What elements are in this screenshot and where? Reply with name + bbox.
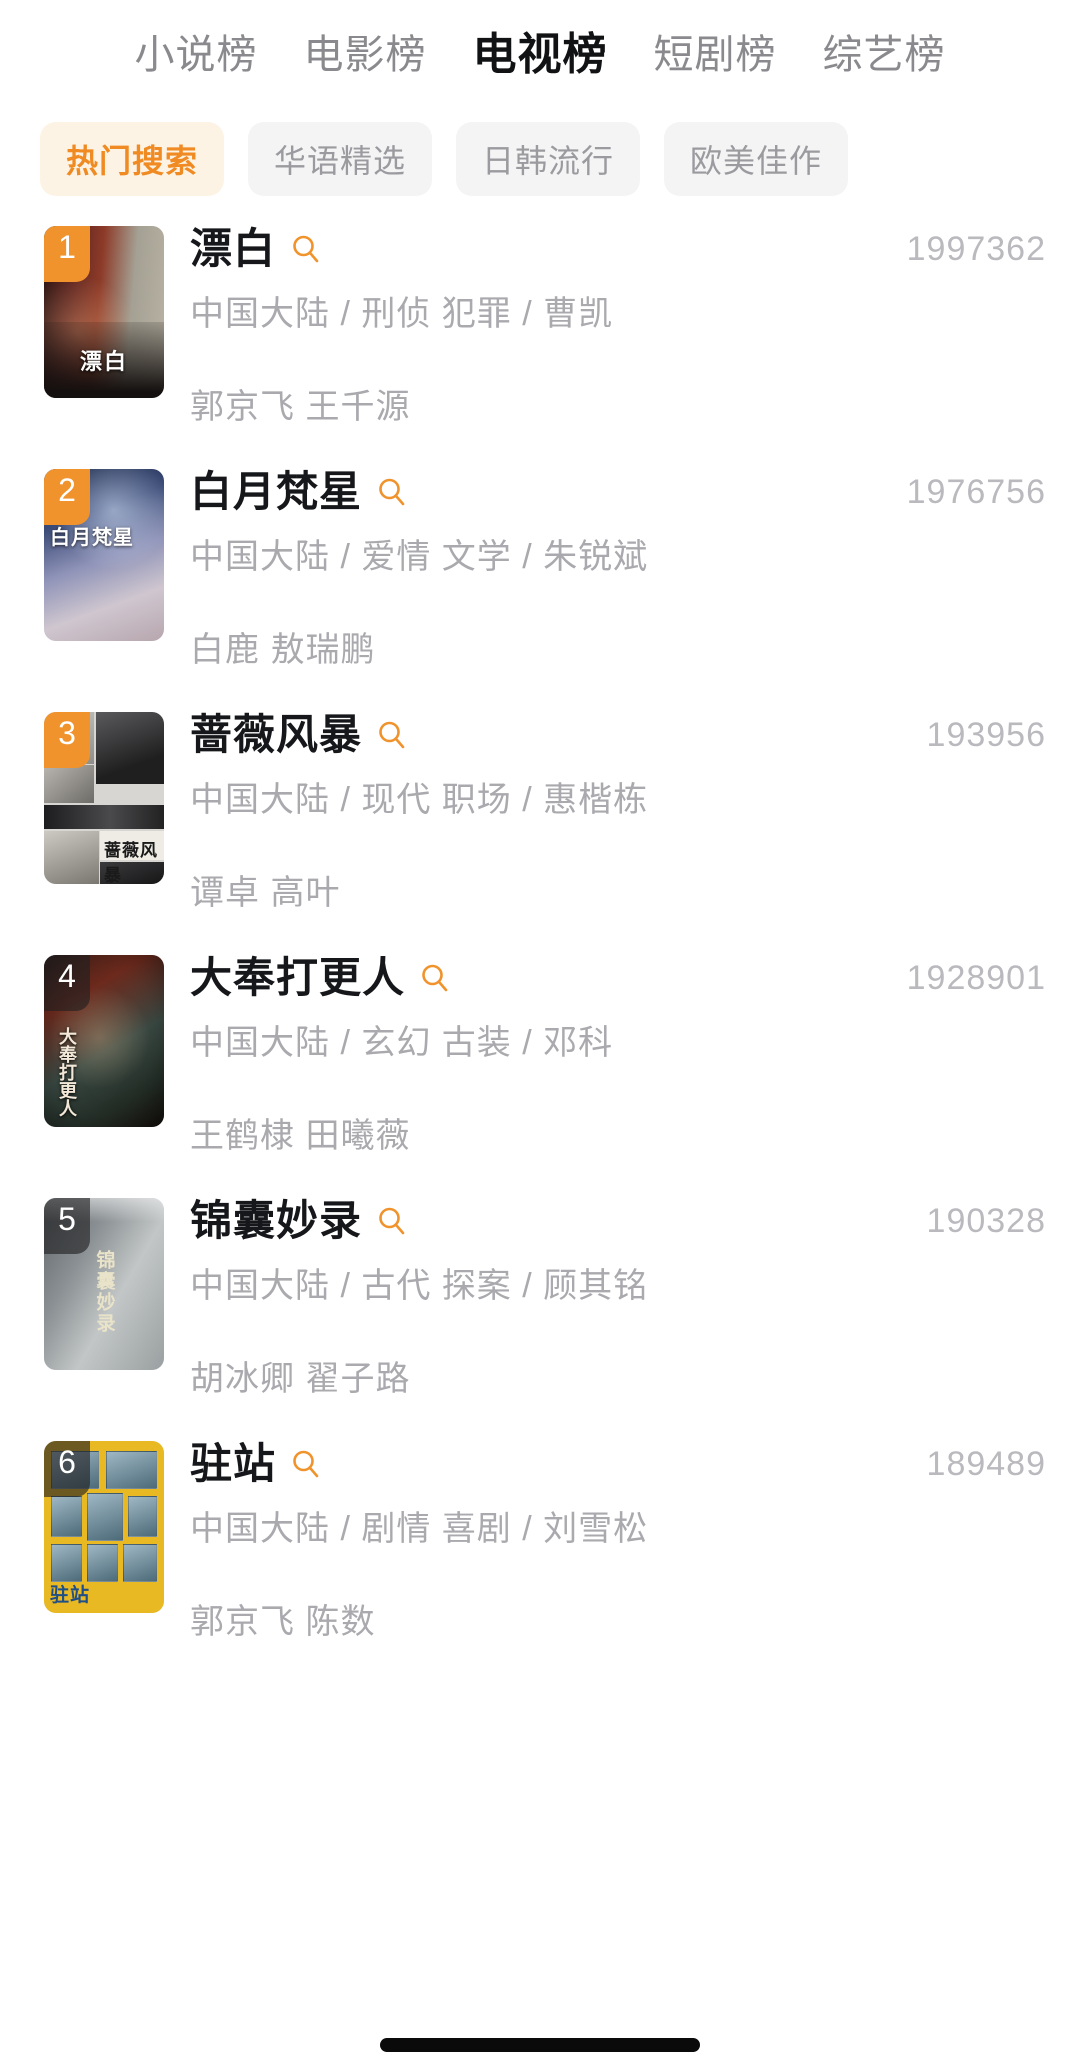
item-cast: 谭卓 高叶	[190, 874, 341, 913]
chip-hot-search[interactable]: 热门搜索	[40, 122, 225, 196]
item-view-count: 189489	[926, 1445, 1046, 1483]
item-meta: 中国大陆 / 刑侦 犯罪 / 曹凯	[190, 295, 614, 333]
poster-title-text: 蔷薇风暴	[104, 840, 158, 884]
item-title[interactable]: 锦囊妙录	[190, 1200, 362, 1242]
poster-title-text: 漂白	[79, 349, 129, 374]
item-info: 锦囊妙录 中国大陆 / 古代 探案 / 顾其铭 胡冰卿 翟子路	[164, 1192, 927, 1435]
item-cast: 胡冰卿 翟子路	[190, 1360, 411, 1399]
rank-badge: 3	[44, 712, 90, 768]
item-title[interactable]: 大奉打更人	[190, 957, 405, 999]
item-cast: 郭京飞 王千源	[190, 388, 411, 427]
poster-title-text: 大奉打更人	[57, 1027, 77, 1117]
filter-chip-row: 热门搜索 华语精选 日韩流行 欧美佳作	[0, 96, 1080, 206]
list-item[interactable]: 大奉打更人 4 大奉打更人 中国大陆 / 玄幻 古装 / 邓科 王鹤棣 田曦薇 …	[0, 949, 1080, 1192]
item-info: 大奉打更人 中国大陆 / 玄幻 古装 / 邓科 王鹤棣 田曦薇	[164, 949, 907, 1192]
rank-badge: 2	[44, 469, 90, 525]
poster-title-text: 锦囊妙录	[93, 1249, 115, 1334]
rank-badge: 4	[44, 955, 90, 1011]
item-view-count: 1976756	[906, 473, 1046, 511]
rank-badge: 6	[44, 1441, 90, 1497]
tab-tv[interactable]: 电视榜	[473, 33, 608, 77]
chip-chinese-picks[interactable]: 华语精选	[248, 122, 433, 196]
item-title[interactable]: 白月梵星	[190, 471, 362, 513]
item-view-count: 190328	[926, 1202, 1046, 1240]
list-item[interactable]: 蔷薇风暴 3 蔷薇风暴 中国大陆 / 现代 职场 / 惠楷栋 谭卓 高叶 193…	[0, 706, 1080, 949]
item-title-line: 漂白	[190, 220, 907, 278]
search-icon[interactable]	[419, 962, 451, 994]
search-icon[interactable]	[290, 1448, 322, 1480]
home-indicator	[380, 2038, 700, 2052]
item-title-line: 锦囊妙录	[190, 1192, 927, 1250]
item-view-count: 193956	[926, 716, 1046, 754]
category-tabbar: 小说榜 电影榜 电视榜 短剧榜 综艺榜	[0, 0, 1080, 96]
item-title-line: 蔷薇风暴	[190, 706, 927, 764]
item-meta: 中国大陆 / 玄幻 古装 / 邓科	[190, 1024, 614, 1062]
item-cast: 白鹿 敖瑞鹏	[190, 631, 376, 670]
list-item[interactable]: 漂白 1 漂白 中国大陆 / 刑侦 犯罪 / 曹凯 郭京飞 王千源 199736…	[0, 220, 1080, 463]
item-cast: 郭京飞 陈数	[190, 1603, 376, 1642]
item-info: 蔷薇风暴 中国大陆 / 现代 职场 / 惠楷栋 谭卓 高叶	[164, 706, 927, 949]
item-meta: 中国大陆 / 爱情 文学 / 朱锐斌	[190, 538, 649, 576]
list-item[interactable]: 驻站 6 驻站 中国大陆 / 剧情 喜剧 / 刘雪松 郭京飞 陈数 189489	[0, 1435, 1080, 1678]
app-screen: 小说榜 电影榜 电视榜 短剧榜 综艺榜 热门搜索 华语精选 日韩流行 欧美佳作 …	[0, 0, 1080, 2072]
item-title[interactable]: 蔷薇风暴	[190, 714, 362, 756]
poster-thumbnail[interactable]: 蔷薇风暴 3	[44, 712, 164, 884]
chip-western-picks[interactable]: 欧美佳作	[664, 122, 849, 196]
item-meta: 中国大陆 / 古代 探案 / 顾其铭	[190, 1267, 649, 1305]
item-info: 漂白 中国大陆 / 刑侦 犯罪 / 曹凯 郭京飞 王千源	[164, 220, 907, 463]
ranking-list: 漂白 1 漂白 中国大陆 / 刑侦 犯罪 / 曹凯 郭京飞 王千源 199736…	[0, 206, 1080, 1678]
item-title[interactable]: 漂白	[190, 228, 276, 270]
search-icon[interactable]	[376, 1205, 408, 1237]
poster-thumbnail[interactable]: 驻站 6	[44, 1441, 164, 1613]
list-item[interactable]: 锦囊妙录 5 锦囊妙录 中国大陆 / 古代 探案 / 顾其铭 胡冰卿 翟子路 1…	[0, 1192, 1080, 1435]
tab-movie[interactable]: 电影榜	[304, 35, 427, 75]
item-title-line: 白月梵星	[190, 463, 907, 521]
search-icon[interactable]	[376, 719, 408, 751]
item-title[interactable]: 驻站	[190, 1443, 276, 1485]
item-info: 驻站 中国大陆 / 剧情 喜剧 / 刘雪松 郭京飞 陈数	[164, 1435, 927, 1678]
poster-thumbnail[interactable]: 大奉打更人 4	[44, 955, 164, 1127]
list-item[interactable]: 白月梵星 2 白月梵星 中国大陆 / 爱情 文学 / 朱锐斌 白鹿 敖瑞鹏 19…	[0, 463, 1080, 706]
poster-thumbnail[interactable]: 漂白 1	[44, 226, 164, 398]
tab-novel[interactable]: 小说榜	[135, 35, 258, 75]
tab-variety[interactable]: 综艺榜	[823, 35, 946, 75]
item-cast: 王鹤棣 田曦薇	[190, 1117, 411, 1156]
search-icon[interactable]	[376, 476, 408, 508]
poster-title-text: 驻站	[50, 1585, 91, 1606]
tab-shortdrama[interactable]: 短剧榜	[654, 35, 777, 75]
search-icon[interactable]	[290, 233, 322, 265]
poster-thumbnail[interactable]: 白月梵星 2	[44, 469, 164, 641]
chip-jp-kr-popular[interactable]: 日韩流行	[456, 122, 641, 196]
rank-badge: 1	[44, 226, 90, 282]
item-view-count: 1928901	[906, 959, 1046, 997]
item-meta: 中国大陆 / 剧情 喜剧 / 刘雪松	[190, 1510, 649, 1548]
item-title-line: 驻站	[190, 1435, 927, 1493]
poster-thumbnail[interactable]: 锦囊妙录 5	[44, 1198, 164, 1370]
item-info: 白月梵星 中国大陆 / 爱情 文学 / 朱锐斌 白鹿 敖瑞鹏	[164, 463, 907, 706]
item-meta: 中国大陆 / 现代 职场 / 惠楷栋	[190, 781, 649, 819]
item-view-count: 1997362	[906, 230, 1046, 268]
rank-badge: 5	[44, 1198, 90, 1254]
item-title-line: 大奉打更人	[190, 949, 907, 1007]
poster-title-text: 白月梵星	[50, 527, 134, 549]
